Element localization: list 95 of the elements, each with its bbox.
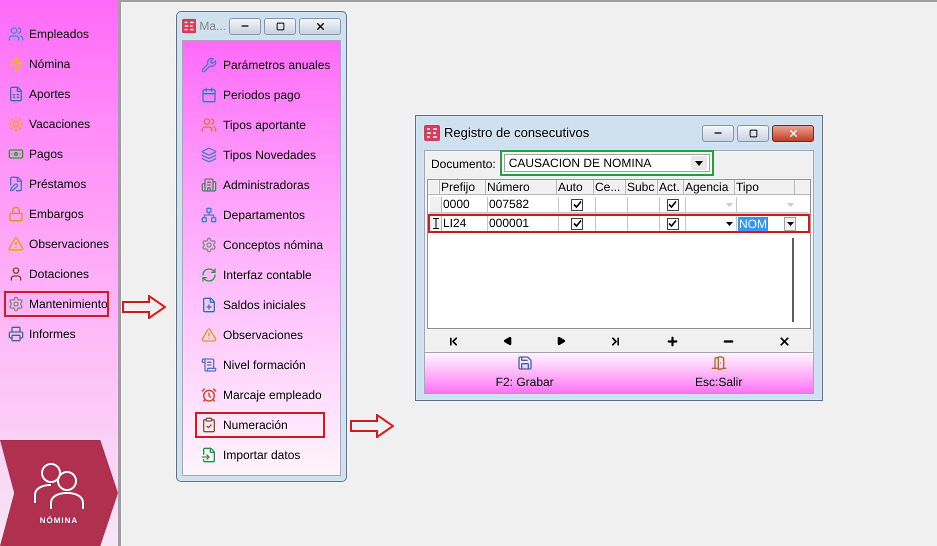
save-icon bbox=[516, 355, 533, 371]
table-row[interactable]: LI24 000001 NOM bbox=[428, 214, 810, 233]
menu-item[interactable]: Saldos iniciales bbox=[197, 294, 340, 316]
clipboard-icon bbox=[201, 417, 217, 433]
maximize-button[interactable] bbox=[737, 124, 769, 142]
gear-icon bbox=[201, 237, 217, 253]
menu-item[interactable]: Observaciones bbox=[197, 324, 340, 346]
text-cursor-icon bbox=[432, 218, 438, 229]
column-header[interactable]: Agencia bbox=[684, 180, 735, 194]
app-icon bbox=[424, 125, 440, 141]
lightning-icon bbox=[8, 56, 24, 72]
warning-icon bbox=[201, 327, 217, 343]
arrow-annotation bbox=[350, 414, 394, 438]
window-title: Registro de consecutivos bbox=[444, 124, 590, 142]
column-header[interactable]: Subc bbox=[626, 180, 658, 194]
person-icon bbox=[8, 266, 24, 282]
field-label: Documento: bbox=[431, 156, 496, 173]
checkbox[interactable] bbox=[571, 218, 583, 230]
sidebar-item[interactable]: Préstamos bbox=[6, 173, 118, 195]
dropdown-arrow-icon bbox=[786, 202, 794, 206]
logo-text: NÓMINA bbox=[40, 515, 78, 527]
previous-record-icon[interactable] bbox=[502, 336, 513, 346]
sun-icon bbox=[8, 116, 24, 132]
close-button[interactable] bbox=[772, 124, 814, 142]
import-icon bbox=[201, 447, 217, 463]
menu-item[interactable]: Tipos Novedades bbox=[197, 144, 340, 166]
people-icon bbox=[8, 26, 24, 42]
arrow-annotation bbox=[122, 295, 166, 319]
close-icon bbox=[788, 128, 798, 138]
menu-item[interactable]: Administradoras bbox=[197, 174, 340, 196]
sidebar-item[interactable]: Nómina bbox=[6, 53, 118, 75]
gear-icon bbox=[8, 296, 24, 312]
lock-icon bbox=[8, 206, 24, 222]
people-icon bbox=[201, 117, 217, 133]
cancel-icon[interactable] bbox=[778, 334, 792, 348]
menu-item[interactable]: Nivel formación bbox=[197, 354, 340, 376]
document-dropdown[interactable]: CAUSACION DE NOMINA bbox=[504, 154, 710, 172]
scroll-icon bbox=[201, 357, 217, 373]
document-pen-icon bbox=[8, 176, 24, 192]
exit-button[interactable]: Esc:Salir bbox=[695, 355, 742, 391]
app-icon bbox=[182, 18, 196, 34]
menu-item[interactable]: Departamentos bbox=[197, 204, 340, 226]
column-header[interactable]: Prefijo bbox=[440, 180, 486, 194]
close-button[interactable] bbox=[299, 18, 341, 34]
printer-icon bbox=[8, 326, 24, 342]
sidebar-item[interactable]: Embargos bbox=[6, 203, 118, 225]
calendar-icon bbox=[201, 87, 217, 103]
warning-icon bbox=[8, 236, 24, 252]
column-header[interactable]: Ce... bbox=[594, 180, 626, 194]
table-cell: LI24 bbox=[442, 216, 488, 231]
door-icon bbox=[710, 355, 727, 371]
alarm-clock-icon bbox=[201, 387, 217, 403]
table-row[interactable]: 0000 007582 bbox=[428, 195, 810, 214]
checkbox[interactable] bbox=[666, 218, 678, 230]
window-title: Ma... bbox=[199, 18, 226, 35]
menu-item[interactable]: Importar datos bbox=[197, 444, 340, 466]
dropdown-arrow-icon bbox=[694, 160, 703, 166]
dropdown-arrow-icon bbox=[786, 222, 794, 226]
menu-item[interactable]: Tipos aportante bbox=[197, 114, 340, 136]
sidebar-item[interactable]: Dotaciones bbox=[6, 263, 118, 285]
menu-item[interactable]: Parámetros anuales bbox=[197, 54, 340, 76]
menu-item[interactable]: Interfaz contable bbox=[197, 264, 340, 286]
sidebar-item[interactable]: Vacaciones bbox=[6, 113, 118, 135]
save-button[interactable]: F2: Grabar bbox=[496, 355, 554, 391]
menu-item[interactable]: Marcaje empleado bbox=[197, 384, 340, 406]
close-icon bbox=[314, 20, 326, 32]
building-icon bbox=[201, 177, 217, 193]
table-cell: 007582 bbox=[488, 197, 559, 212]
next-record-icon[interactable] bbox=[556, 336, 566, 346]
column-header[interactable]: Número bbox=[486, 180, 557, 194]
dropdown-arrow-icon bbox=[726, 202, 733, 206]
menu-item[interactable]: Conceptos nómina bbox=[197, 234, 340, 256]
menu-item[interactable]: Numeración bbox=[197, 414, 323, 436]
column-header[interactable]: Tipo bbox=[735, 180, 795, 194]
checkbox[interactable] bbox=[666, 198, 678, 210]
sidebar-item[interactable]: Informes bbox=[6, 323, 118, 345]
column-header[interactable]: Act. bbox=[658, 180, 684, 194]
maximize-icon bbox=[276, 22, 284, 30]
table-cell: 000001 bbox=[488, 216, 559, 231]
maximize-icon bbox=[748, 128, 758, 138]
add-icon[interactable] bbox=[666, 334, 679, 348]
sidebar-item[interactable]: Mantenimiento bbox=[6, 293, 107, 315]
checkbox[interactable] bbox=[571, 198, 583, 210]
sidebar-item[interactable]: Observaciones bbox=[6, 233, 118, 255]
org-chart-icon bbox=[201, 207, 217, 223]
menu-item[interactable]: Periodos pago bbox=[197, 84, 340, 106]
sidebar-item[interactable]: Pagos bbox=[6, 143, 118, 165]
sidebar-item[interactable]: Aportes bbox=[6, 83, 118, 105]
table-cell: 0000 bbox=[442, 197, 488, 212]
maximize-button[interactable] bbox=[264, 18, 296, 34]
column-header[interactable]: Auto bbox=[557, 180, 594, 194]
dropdown-arrow-icon bbox=[726, 222, 733, 226]
wrench-icon bbox=[201, 57, 217, 73]
sidebar-item[interactable]: Empleados bbox=[6, 23, 118, 45]
table-cell: NOM bbox=[738, 216, 768, 230]
